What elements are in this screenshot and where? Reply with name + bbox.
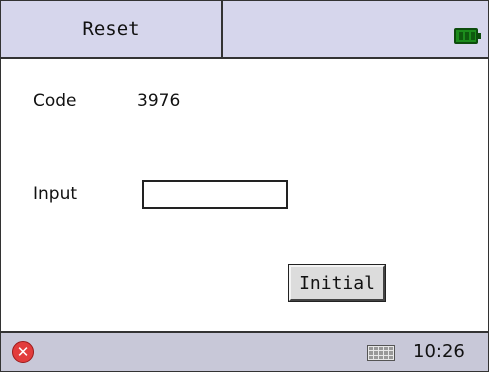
code-value: 3976 [137, 91, 181, 111]
taskbar: ✕ 10:26 [1, 331, 488, 371]
battery-icon [454, 28, 481, 44]
battery-cell-1 [459, 32, 463, 40]
battery-cell-2 [465, 32, 469, 40]
initial-button[interactable]: Initial [288, 264, 386, 302]
code-input[interactable] [142, 180, 288, 209]
battery-cell-3 [471, 32, 475, 40]
title-bar: Reset [1, 1, 488, 59]
input-label: Input [33, 184, 78, 204]
keyboard-icon[interactable] [367, 345, 395, 361]
device-screen: Reset Code 3976 Input Initial ✕ 10:26 [0, 0, 489, 372]
close-icon[interactable]: ✕ [12, 341, 34, 363]
code-label: Code [33, 91, 77, 111]
clock: 10:26 [413, 341, 465, 362]
page-title: Reset [1, 1, 223, 57]
